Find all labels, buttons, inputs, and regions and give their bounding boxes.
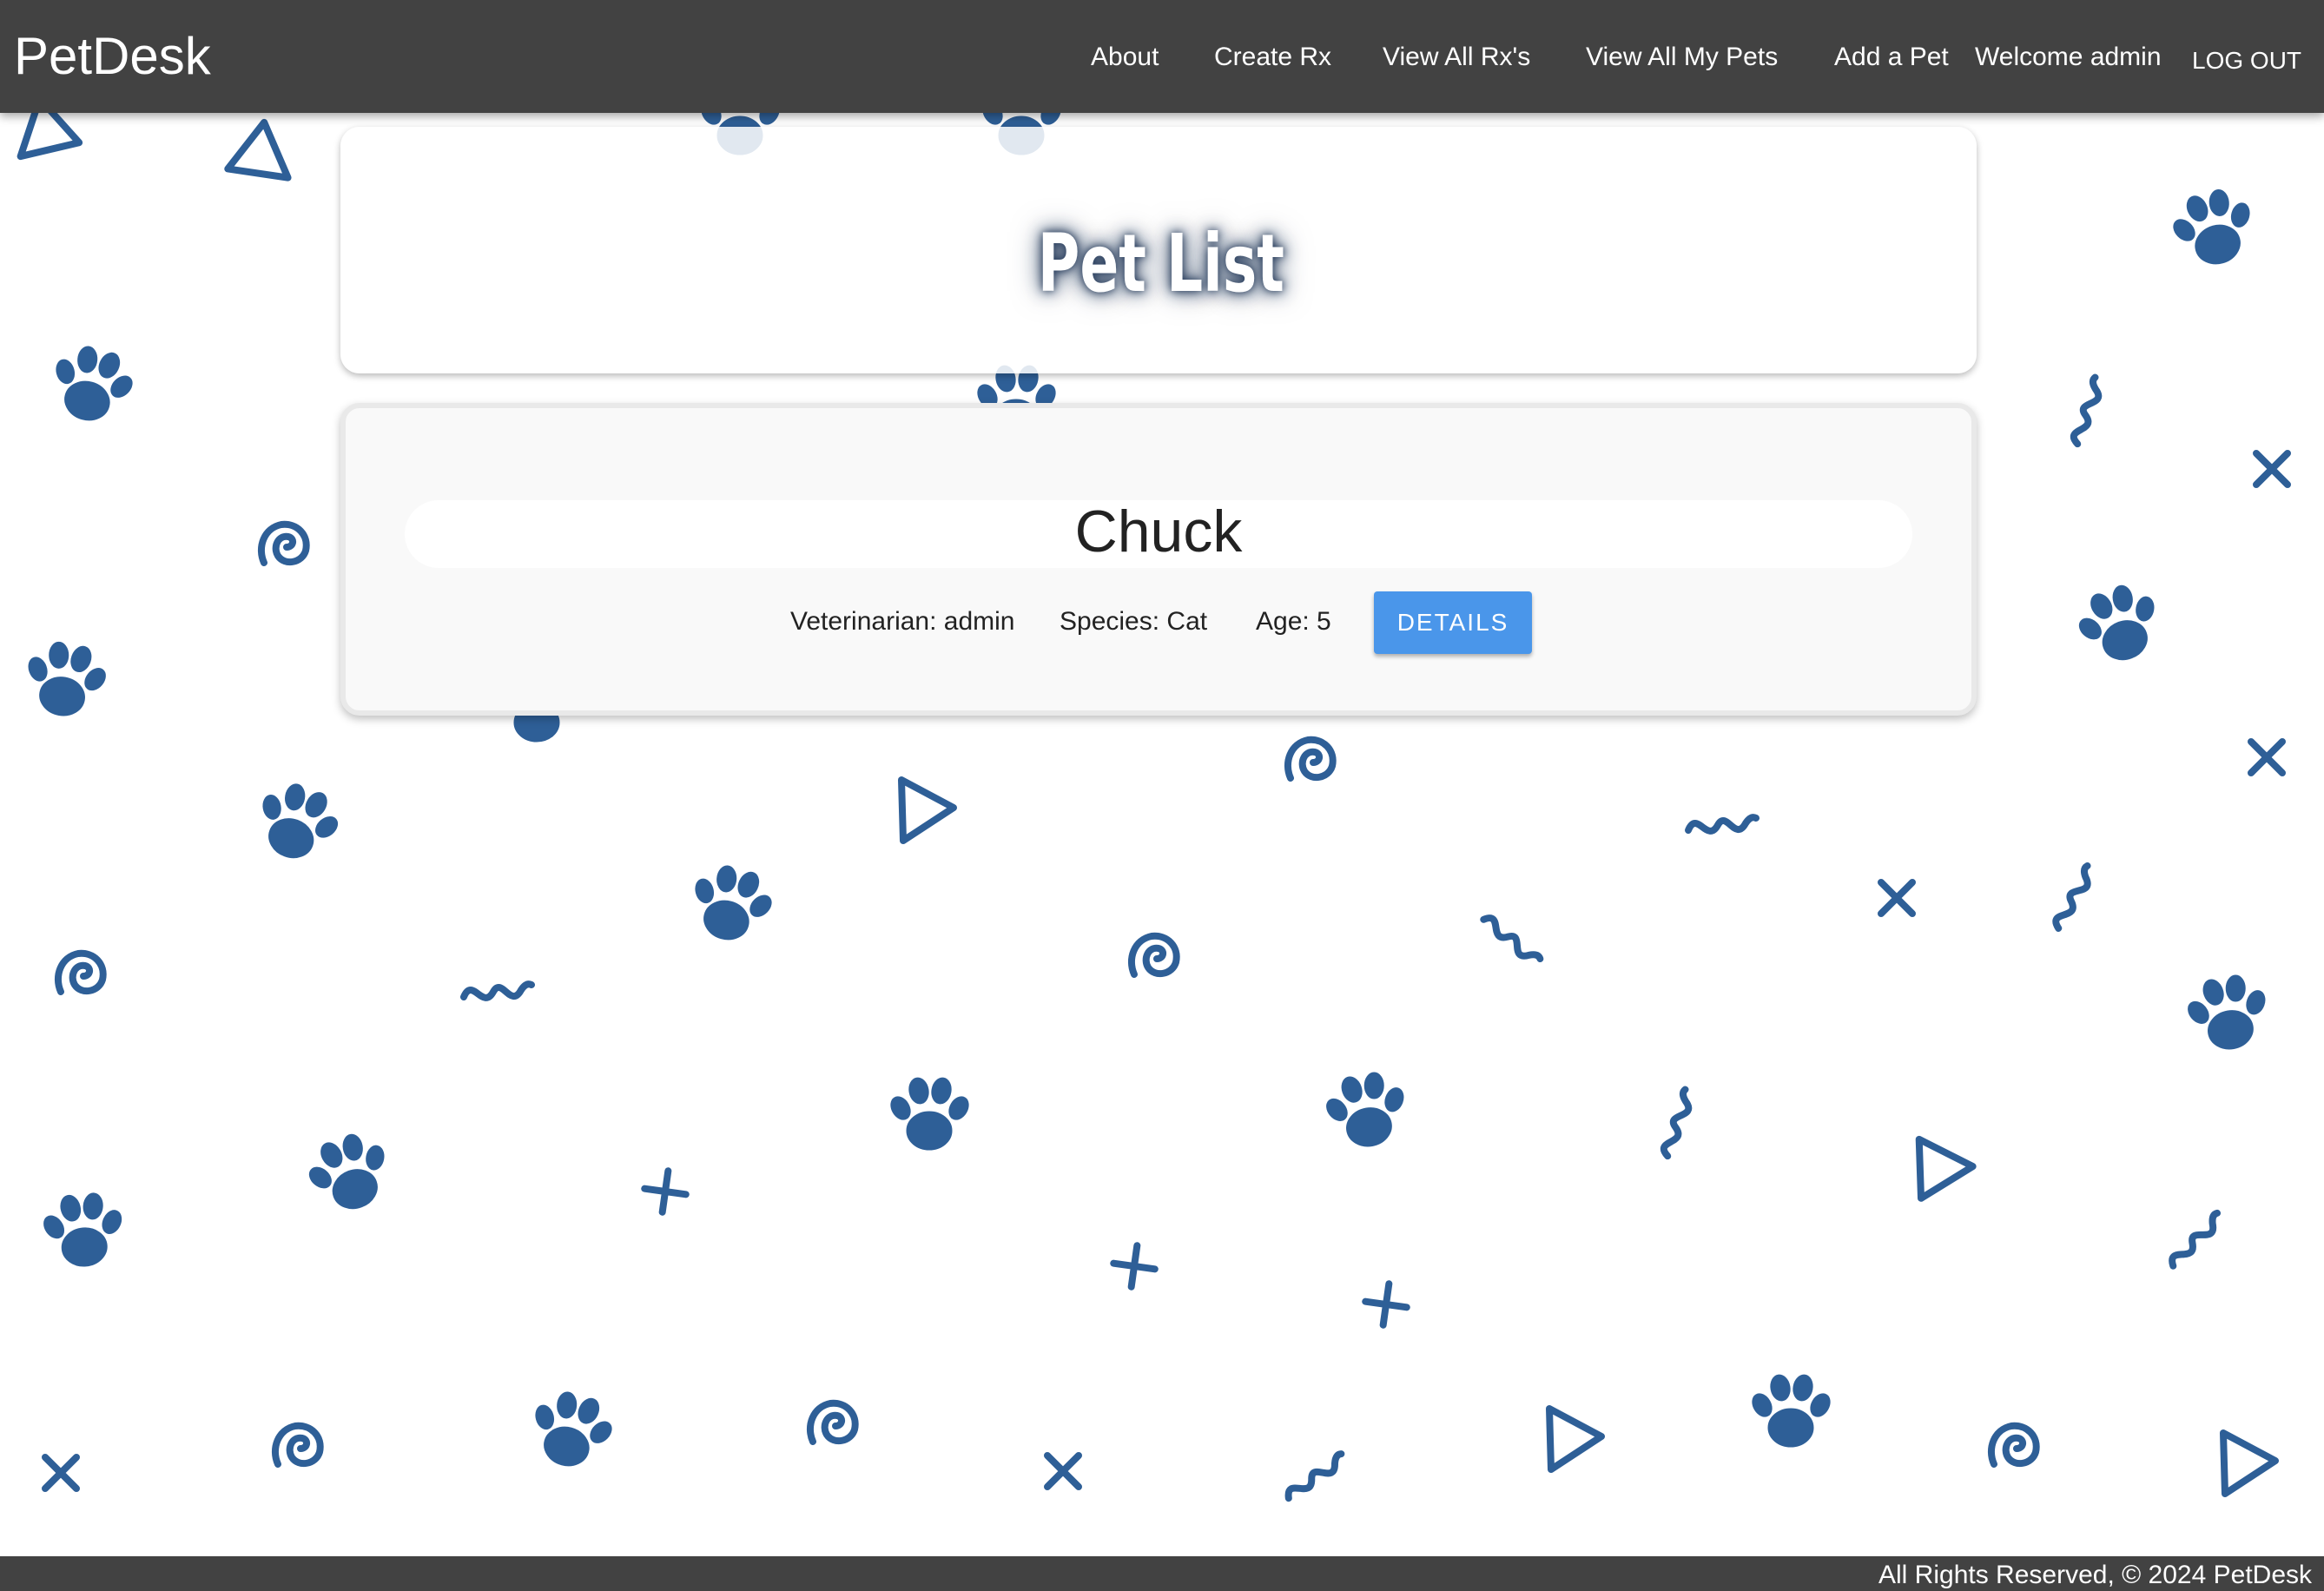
pet-name: Chuck: [1074, 498, 1243, 564]
paw-print-icon: [520, 1382, 624, 1477]
squiggle-icon: [1656, 1089, 1697, 1156]
squiggle-icon: [2048, 866, 2098, 929]
logout-button[interactable]: LOG OUT: [2192, 43, 2301, 78]
pet-card: Chuck Veterinarian: admin Species: Cat A…: [340, 403, 1977, 716]
nav-link-add-pet[interactable]: Add a Pet: [1834, 40, 1949, 75]
triangle-icon: [228, 117, 296, 179]
paw-print-icon: [680, 855, 783, 951]
squiggle-icon: [2066, 377, 2107, 444]
paw-print-icon: [1747, 1372, 1835, 1448]
top-navbar: PetDesk About Create Rx View All Rx's Vi…: [0, 0, 2324, 113]
paw-print-icon: [2066, 573, 2173, 673]
details-button[interactable]: DETAILS: [1374, 591, 1532, 654]
plus-icon: [642, 1168, 689, 1215]
triangle-icon: [1895, 1123, 1974, 1198]
paw-print-icon: [2162, 180, 2265, 274]
squiggle-icon: [1483, 910, 1541, 967]
brand-logo-link[interactable]: PetDesk: [14, 26, 211, 87]
cross-icon: [2256, 453, 2288, 485]
squiggle-icon: [464, 984, 531, 998]
squiggle-icon: [1688, 817, 1756, 831]
paw-print-icon: [886, 1075, 974, 1151]
paw-print-icon: [17, 635, 115, 723]
paw-print-icon: [41, 336, 144, 432]
spiral-icon: [1288, 740, 1333, 778]
spiral-icon: [261, 525, 307, 563]
triangle-icon: [901, 780, 954, 841]
welcome-text: Welcome admin: [1975, 43, 2162, 71]
plus-icon: [1363, 1281, 1410, 1328]
triangle-icon: [1549, 1409, 1601, 1469]
pet-species: Species: Cat: [1060, 607, 1208, 636]
pet-age: Age: 5: [1256, 607, 1331, 636]
paw-print-icon: [1317, 1065, 1416, 1154]
paw-print-icon: [244, 772, 351, 872]
page-title: Pet List: [1037, 217, 1284, 310]
triangle-icon: [2223, 1433, 2275, 1494]
squiggle-icon: [1282, 1453, 1347, 1499]
paw-print-icon: [2179, 967, 2277, 1057]
paw-print-icon: [296, 1122, 403, 1222]
plus-icon: [1111, 1243, 1158, 1290]
nav-link-view-all-pets[interactable]: View All My Pets: [1586, 40, 1778, 75]
paw-print-icon: [36, 1188, 130, 1271]
spiral-icon: [1991, 1426, 2037, 1464]
squiggle-icon: [2165, 1212, 2226, 1266]
cross-icon: [45, 1457, 76, 1489]
pet-veterinarian: Veterinarian: admin: [790, 607, 1015, 636]
cross-icon: [2251, 742, 2282, 773]
cross-icon: [1047, 1456, 1079, 1487]
spiral-icon: [275, 1426, 320, 1464]
spiral-icon: [58, 954, 103, 992]
footer: All Rights Reserved, © 2024 PetDesk: [0, 1556, 2324, 1591]
spiral-icon: [1132, 936, 1177, 974]
nav-link-create-rx[interactable]: Create Rx: [1214, 40, 1331, 75]
nav-link-about[interactable]: About: [1091, 40, 1159, 75]
cross-icon: [1881, 882, 1912, 914]
footer-copyright: All Rights Reserved, © 2024 PetDesk: [1878, 1561, 2312, 1589]
nav-link-view-all-rx[interactable]: View All Rx's: [1383, 40, 1530, 75]
spiral-icon: [810, 1403, 855, 1442]
